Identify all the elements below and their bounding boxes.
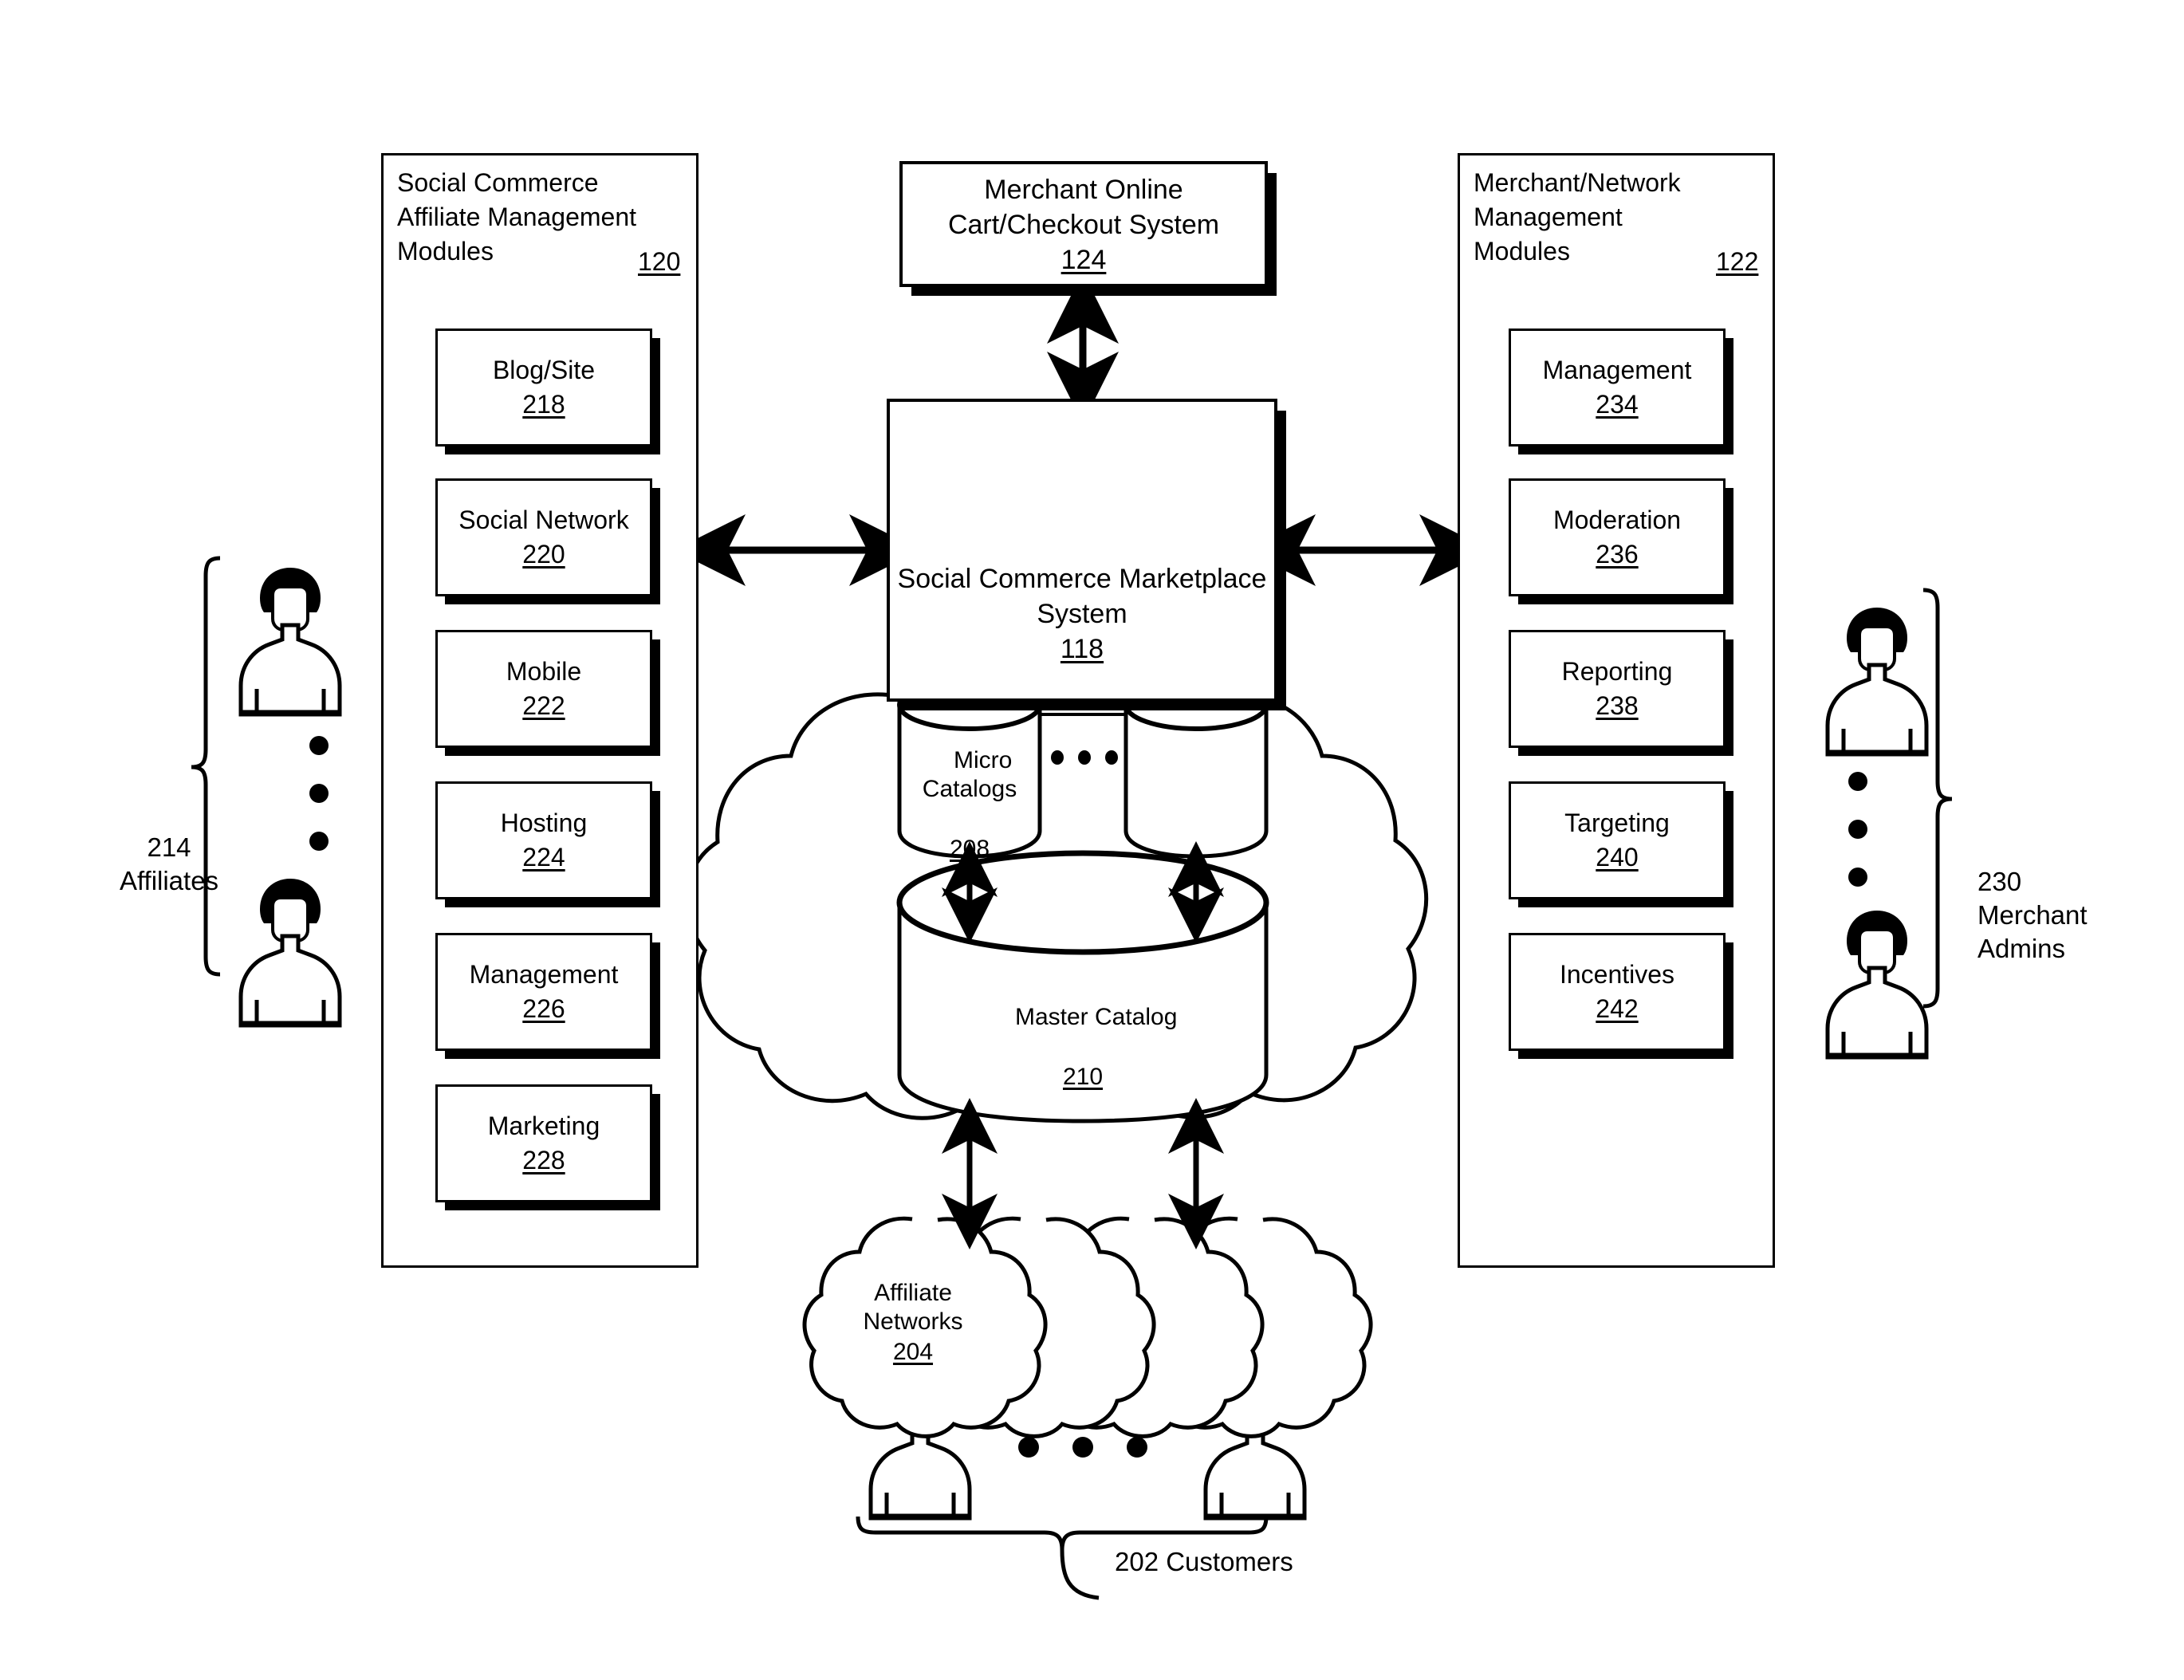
customers-ellipsis bbox=[1011, 1435, 1155, 1459]
module-moderation-ref: 236 bbox=[1596, 540, 1639, 569]
social-commerce-marketplace-system[interactable]: Social Commerce Marketplace System 118 bbox=[887, 399, 1277, 702]
module-incentives-ref: 242 bbox=[1596, 994, 1639, 1024]
affiliate-networks-ref: 204 bbox=[892, 1339, 934, 1365]
module-hosting-ref: 224 bbox=[522, 843, 565, 872]
module-management-affiliate-ref: 226 bbox=[522, 994, 565, 1024]
merchant-admins-ellipsis bbox=[1842, 769, 1874, 889]
module-blog-site-label: Blog/Site bbox=[492, 355, 596, 384]
customer-person-left bbox=[871, 1371, 970, 1518]
micro-catalogs-label-group: Micro Catalogs 208 bbox=[899, 718, 1040, 921]
module-social-network-label: Social Network bbox=[458, 505, 629, 534]
ellipsis-dot bbox=[1127, 1437, 1147, 1458]
ellipsis-dot bbox=[1018, 1437, 1039, 1458]
affiliate-person-bottom bbox=[241, 879, 340, 1025]
customers-group-label: 202 Customers bbox=[1115, 1547, 1293, 1576]
module-marketing-label: Marketing bbox=[487, 1111, 600, 1140]
merchant-cart-checkout-system[interactable]: Merchant Online Cart/Checkout System 124 bbox=[899, 161, 1268, 287]
module-blog-site-ref: 218 bbox=[522, 390, 565, 419]
module-management-affiliate[interactable]: Management 226 bbox=[435, 933, 652, 1051]
module-hosting-label: Hosting bbox=[500, 808, 588, 837]
module-targeting[interactable]: Targeting 240 bbox=[1509, 781, 1726, 899]
merchant-network-modules-ref: 122 bbox=[1716, 247, 1759, 276]
affiliate-person-top bbox=[241, 568, 340, 714]
master-catalog-label-group: Master Catalog 210 bbox=[923, 974, 1242, 1149]
affiliate-network-cloud-4 bbox=[1127, 1216, 1373, 1438]
secondary-catalog-cylinder bbox=[1123, 679, 1269, 859]
affiliate-networks-label-group: Affiliate Networks 204 bbox=[837, 1279, 989, 1367]
module-mobile-ref: 222 bbox=[522, 691, 565, 721]
affiliates-group-label: 214 Affiliates bbox=[119, 832, 219, 896]
module-reporting-label: Reporting bbox=[1561, 656, 1673, 686]
module-reporting-ref: 238 bbox=[1596, 691, 1639, 721]
module-management-merchant-label: Management bbox=[1542, 355, 1692, 384]
customers-brace-tail bbox=[1060, 1549, 1100, 1600]
master-catalog-label: Master Catalog bbox=[1014, 1004, 1178, 1030]
affiliates-ellipsis bbox=[303, 734, 335, 853]
module-management-affiliate-label: Management bbox=[469, 959, 619, 989]
merchant-cart-checkout-system-label: Merchant Online Cart/Checkout System bbox=[947, 174, 1220, 240]
module-marketing[interactable]: Marketing 228 bbox=[435, 1084, 652, 1202]
module-targeting-ref: 240 bbox=[1596, 843, 1639, 872]
social-commerce-marketplace-system-ref: 118 bbox=[1060, 634, 1104, 664]
module-blog-site[interactable]: Blog/Site 218 bbox=[435, 329, 652, 447]
micro-catalogs-label: Micro Catalogs bbox=[922, 747, 1017, 802]
ellipsis-dot bbox=[1078, 750, 1091, 765]
module-reporting[interactable]: Reporting 238 bbox=[1509, 630, 1726, 748]
affiliate-network-cloud-3 bbox=[1019, 1216, 1265, 1438]
module-moderation-label: Moderation bbox=[1552, 505, 1682, 534]
ellipsis-dot bbox=[309, 736, 329, 755]
module-management-merchant[interactable]: Management 234 bbox=[1509, 329, 1726, 447]
module-management-merchant-ref: 234 bbox=[1596, 390, 1639, 419]
ellipsis-dot bbox=[1051, 750, 1064, 765]
figure-canvas: Social Commerce Affiliate Management Mod… bbox=[0, 0, 2184, 1680]
ellipsis-dot bbox=[309, 832, 329, 851]
master-catalog-ref: 210 bbox=[1062, 1064, 1104, 1090]
module-social-network-ref: 220 bbox=[522, 540, 565, 569]
module-hosting[interactable]: Hosting 224 bbox=[435, 781, 652, 899]
module-mobile-label: Mobile bbox=[506, 656, 582, 686]
ellipsis-dot bbox=[1072, 1437, 1093, 1458]
ellipsis-dot bbox=[1848, 772, 1867, 791]
module-targeting-label: Targeting bbox=[1564, 808, 1670, 837]
customer-person-right bbox=[1206, 1371, 1304, 1518]
merchant-admins-group-label: 230 Merchant Admins bbox=[1977, 867, 2088, 964]
module-social-network[interactable]: Social Network 220 bbox=[435, 478, 652, 596]
ellipsis-dot bbox=[1848, 820, 1867, 839]
affiliate-management-modules-ref: 120 bbox=[638, 247, 681, 276]
module-mobile[interactable]: Mobile 222 bbox=[435, 630, 652, 748]
social-commerce-marketplace-system-label: Social Commerce Marketplace System bbox=[897, 563, 1267, 629]
ellipsis-dot bbox=[309, 784, 329, 803]
ellipsis-dot bbox=[1105, 750, 1118, 765]
affiliate-networks-label: Affiliate Networks bbox=[863, 1280, 963, 1335]
module-incentives[interactable]: Incentives 242 bbox=[1509, 933, 1726, 1051]
merchant-admin-person-bottom bbox=[1828, 911, 1926, 1057]
micro-catalogs-ref: 208 bbox=[949, 836, 990, 862]
affiliate-management-modules-title: Social Commerce Affiliate Management Mod… bbox=[397, 168, 637, 266]
merchant-admin-person-top bbox=[1828, 608, 1926, 754]
module-marketing-ref: 228 bbox=[522, 1146, 565, 1175]
ellipsis-dot bbox=[1848, 868, 1867, 887]
merchant-admins-brace bbox=[1922, 588, 1953, 1009]
catalog-ellipsis bbox=[1045, 748, 1124, 767]
module-incentives-label: Incentives bbox=[1559, 959, 1675, 989]
module-moderation[interactable]: Moderation 236 bbox=[1509, 478, 1726, 596]
merchant-cart-checkout-system-ref: 124 bbox=[1061, 245, 1107, 276]
affiliates-brace bbox=[191, 556, 221, 977]
